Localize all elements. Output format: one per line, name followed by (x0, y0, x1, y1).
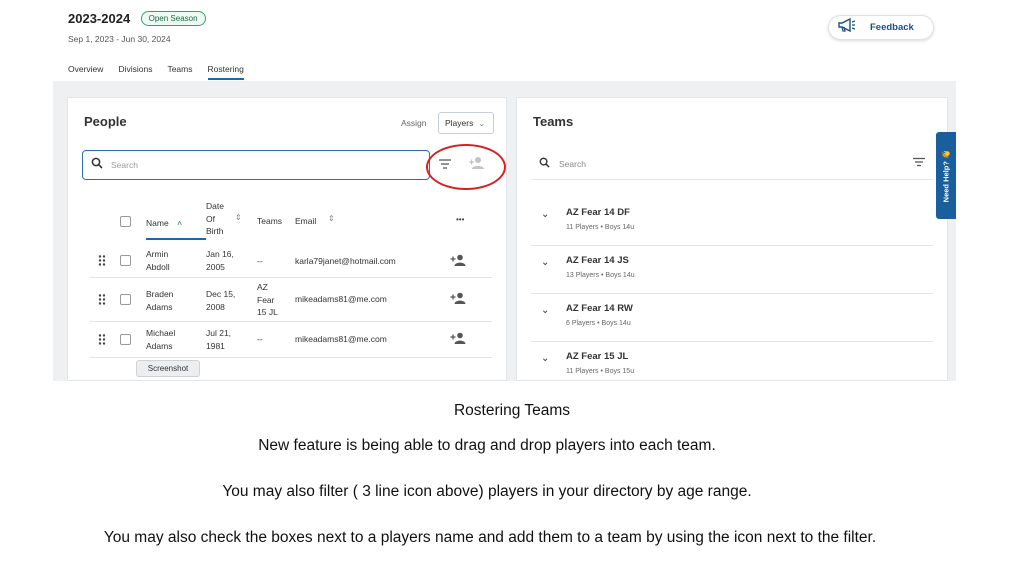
people-search-input[interactable] (111, 160, 411, 170)
teams-search-box[interactable] (531, 148, 933, 180)
teams-panel: Teams ⌄ AZ Fear 14 DF 11 Players • Boys … (516, 97, 948, 381)
row-checkbox[interactable] (120, 334, 131, 345)
feedback-label: Feedback (870, 22, 914, 33)
need-help-tab[interactable]: Need Help? 👋 (936, 132, 956, 219)
sort-icon[interactable]: ⇕ (328, 214, 335, 223)
assign-type-value: Players (445, 118, 474, 128)
people-panel: People Assign Players ⌄ Name ˄ Date Of B… (67, 97, 507, 381)
season-status-badge: Open Season (140, 11, 206, 27)
player-dob: Jul 21, 1981 (206, 328, 232, 351)
more-options-icon[interactable]: ••• (456, 215, 464, 224)
season-dates: Sep 1, 2023 - Jun 30, 2024 (68, 34, 171, 44)
team-list-item[interactable]: ⌄ AZ Fear 15 JL 11 Players • Boys 15u (531, 342, 933, 380)
player-teams: -- (257, 256, 263, 266)
player-email: karla79janet@hotmail.com (295, 256, 396, 266)
add-person-icon[interactable] (450, 332, 467, 344)
nav-tabs: Overview Divisions Teams Rostering (68, 64, 244, 80)
team-name: AZ Fear 14 DF (566, 207, 630, 218)
tab-overview[interactable]: Overview (68, 64, 103, 80)
player-name: Michael Adams (146, 328, 176, 351)
team-meta: 11 Players • Boys 14u (566, 224, 635, 231)
column-header-name[interactable]: Name ˄ (146, 218, 182, 228)
table-row[interactable]: Armin Abdoll Jan 16, 2005 -- karla79jane… (90, 244, 492, 278)
player-email: mikeadams81@me.com (295, 334, 387, 344)
chevron-down-icon[interactable]: ⌄ (541, 209, 549, 220)
team-list-item[interactable]: ⌄ AZ Fear 14 JS 13 Players • Boys 14u (531, 246, 933, 294)
chevron-down-icon[interactable]: ⌄ (541, 353, 549, 364)
player-teams: -- (257, 334, 263, 344)
player-dob: Jan 16, 2005 (206, 249, 234, 272)
name-column-underline (146, 238, 206, 240)
player-dob: Dec 15, 2008 (206, 289, 236, 312)
chevron-down-icon[interactable]: ⌄ (541, 305, 549, 316)
grip-icon[interactable] (98, 255, 106, 266)
caption-title: Rostering Teams (453, 402, 570, 419)
player-teams: AZ Fear 15 JL (257, 282, 278, 317)
caption-line-3: You may also check the boxes next to a p… (103, 529, 877, 546)
player-name: Armin Abdoll (146, 249, 170, 272)
search-icon (539, 155, 550, 173)
screenshot-tooltip: Screenshot (136, 360, 200, 377)
megaphone-icon (837, 17, 857, 38)
season-title: 2023-2024 (68, 11, 131, 27)
caption-line-1: New feature is being able to drag and dr… (258, 437, 716, 454)
table-row[interactable]: Braden Adams Dec 15, 2008 AZ Fear 15 JL … (90, 278, 492, 322)
player-email: mikeadams81@me.com (295, 294, 387, 304)
team-name: AZ Fear 14 JS (566, 255, 629, 266)
season-header: 2023-2024 Open Season Sep 1, 2023 - Jun … (68, 10, 206, 44)
grip-icon[interactable] (98, 294, 106, 305)
feedback-button[interactable]: Feedback (828, 15, 934, 40)
team-list-item[interactable]: ⌄ AZ Fear 14 RW 6 Players • Boys 14u (531, 294, 933, 342)
highlight-annotation-circle (426, 144, 506, 190)
chevron-down-icon: ⌄ (478, 118, 486, 128)
tab-teams[interactable]: Teams (167, 64, 192, 80)
teams-title: Teams (533, 114, 574, 129)
assign-label: Assign (401, 118, 427, 128)
tab-rostering[interactable]: Rostering (207, 64, 244, 80)
caption-line-2: You may also filter ( 3 line icon above)… (222, 483, 752, 500)
tab-divisions[interactable]: Divisions (118, 64, 152, 80)
add-person-icon[interactable] (450, 292, 467, 304)
player-name: Braden Adams (146, 289, 174, 312)
team-name: AZ Fear 15 JL (566, 351, 629, 362)
add-person-icon[interactable] (450, 254, 467, 266)
table-row[interactable]: Michael Adams Jul 21, 1981 -- mikeadams8… (90, 322, 492, 358)
select-all-checkbox[interactable] (120, 216, 131, 227)
filter-icon[interactable] (912, 155, 926, 169)
row-checkbox[interactable] (120, 294, 131, 305)
column-header-dob[interactable]: Date Of Birth (206, 200, 224, 238)
need-help-label: Need Help? 👋 (941, 149, 951, 202)
grip-icon[interactable] (98, 334, 106, 345)
people-search-box[interactable] (82, 150, 430, 180)
search-icon (91, 156, 103, 174)
team-meta: 6 Players • Boys 14u (566, 320, 631, 327)
row-checkbox[interactable] (120, 255, 131, 266)
team-list-item[interactable]: ⌄ AZ Fear 14 DF 11 Players • Boys 14u (531, 198, 933, 246)
column-header-email[interactable]: Email (295, 216, 316, 226)
team-name: AZ Fear 14 RW (566, 303, 633, 314)
sort-icon[interactable]: ⇕ (235, 213, 242, 222)
chevron-down-icon[interactable]: ⌄ (541, 257, 549, 268)
team-meta: 13 Players • Boys 14u (566, 272, 635, 279)
people-table-header: Name ˄ Date Of Birth ⇕ Teams Email ⇕ ••• (68, 200, 506, 244)
sort-icon: ˄ (177, 218, 183, 228)
column-header-teams[interactable]: Teams (257, 216, 282, 226)
people-title: People (84, 114, 127, 129)
assign-type-select[interactable]: Players ⌄ (438, 112, 494, 134)
team-meta: 11 Players • Boys 15u (566, 368, 635, 375)
teams-search-input[interactable] (559, 158, 879, 169)
